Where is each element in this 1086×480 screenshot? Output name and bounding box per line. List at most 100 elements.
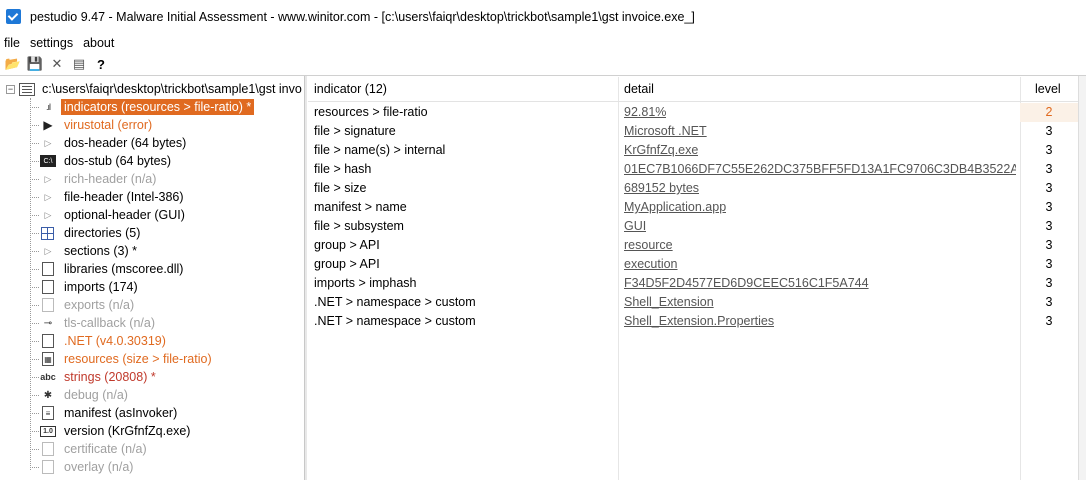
cell-detail-link[interactable]: GUI xyxy=(624,219,646,233)
tree-item[interactable]: ▷ sections (3) * xyxy=(30,242,140,260)
tree-item-label: dos-header (64 bytes) xyxy=(64,136,187,150)
table-row[interactable]: group > API execution 3 xyxy=(308,255,1078,274)
cell-level: 3 xyxy=(1045,314,1053,328)
tree-connector xyxy=(30,340,39,342)
bars-icon: .ıl xyxy=(45,102,51,112)
cell-detail-link[interactable]: 92.81% xyxy=(624,105,666,119)
pestudio-app-icon xyxy=(6,9,21,24)
tree-item[interactable]: ▶ virustotal (error) xyxy=(30,116,155,134)
tree-panel[interactable]: − c:\users\faiqr\desktop\trickbot\sample… xyxy=(0,77,304,480)
tree-item[interactable]: ⊸ tls-callback (n/a) xyxy=(30,314,158,332)
cell-indicator: resources > file-ratio xyxy=(314,105,428,119)
table-row[interactable]: manifest > name MyApplication.app 3 xyxy=(308,198,1078,217)
list-icon[interactable]: ▤ xyxy=(68,55,90,73)
close-icon[interactable]: ✕ xyxy=(46,55,68,73)
cell-detail-link[interactable]: execution xyxy=(624,257,678,271)
table-row[interactable]: file > subsystem GUI 3 xyxy=(308,217,1078,236)
cell-indicator: manifest > name xyxy=(314,200,407,214)
tree-item-label: optional-header (GUI) xyxy=(64,208,185,222)
indicators-table: indicator (12) detail level resources > … xyxy=(308,77,1078,480)
play-icon: ▶ xyxy=(43,118,53,132)
tree-item-label: version (KrGfnfZq.exe) xyxy=(64,424,191,438)
table-row[interactable]: resources > file-ratio 92.81% 2 xyxy=(308,103,1078,122)
tree-item[interactable]: ≡ manifest (asInvoker) xyxy=(30,404,180,422)
cell-detail-link[interactable]: F34D5F2D4577ED6D9CEEC516C1F5A744 xyxy=(624,276,869,290)
tree-connector xyxy=(30,412,39,414)
tree-item[interactable]: ▷ file-header (Intel-386) xyxy=(30,188,187,206)
tree-item[interactable]: certificate (n/a) xyxy=(30,440,150,458)
cell-detail-link[interactable]: 01EC7B1066DF7C55E262DC375BFF5FD13A1FC970… xyxy=(624,162,1016,176)
doc-icon: ≡ xyxy=(42,406,54,420)
tree-item[interactable]: ▷ rich-header (n/a) xyxy=(30,170,159,188)
save-icon[interactable]: 💾 xyxy=(24,55,46,73)
cell-detail-link[interactable]: Shell_Extension xyxy=(624,295,714,309)
tree-connector xyxy=(30,322,39,324)
tree-item[interactable]: abc strings (20808) * xyxy=(30,368,159,386)
tree-item-label: libraries (mscoree.dll) xyxy=(64,262,184,276)
tree-connector xyxy=(30,286,39,288)
cell-detail-link[interactable]: resource xyxy=(624,238,673,252)
tree-item[interactable]: imports (174) xyxy=(30,278,141,296)
cell-indicator: file > subsystem xyxy=(314,219,404,233)
header-level[interactable]: level xyxy=(1035,82,1061,96)
tree-item-label: sections (3) * xyxy=(64,244,137,258)
tree-item[interactable]: libraries (mscoree.dll) xyxy=(30,260,186,278)
tree-item-label: dos-stub (64 bytes) xyxy=(64,154,171,168)
table-row[interactable]: group > API resource 3 xyxy=(308,236,1078,255)
table-row[interactable]: file > name(s) > internal KrGfnfZq.exe 3 xyxy=(308,141,1078,160)
doc-icon xyxy=(42,262,54,276)
tree-connector xyxy=(30,448,39,450)
header-indicator[interactable]: indicator (12) xyxy=(314,82,387,96)
cell-detail-link[interactable]: MyApplication.app xyxy=(624,200,726,214)
tree-connector xyxy=(30,124,39,126)
tree-item[interactable]: directories (5) xyxy=(30,224,143,242)
vertical-scrollbar[interactable] xyxy=(1078,76,1086,480)
help-icon[interactable]: ? xyxy=(90,55,112,73)
tree-connector xyxy=(30,106,39,108)
tree-item[interactable]: exports (n/a) xyxy=(30,296,137,314)
tree-item-label: overlay (n/a) xyxy=(64,460,134,474)
table-row[interactable]: file > hash 01EC7B1066DF7C55E262DC375BFF5… xyxy=(308,160,1078,179)
tree-root-label: c:\users\faiqr\desktop\trickbot\sample1\… xyxy=(42,82,302,96)
tree-item-label: indicators (resources > file-ratio) * xyxy=(61,99,255,115)
tree-connector xyxy=(30,430,39,432)
tree-connector xyxy=(30,232,39,234)
panel-splitter[interactable] xyxy=(304,76,307,480)
tree-connector xyxy=(30,196,39,198)
header-detail[interactable]: detail xyxy=(624,82,654,96)
cell-indicator: group > API xyxy=(314,238,380,252)
cell-level: 3 xyxy=(1045,181,1053,195)
tree-connector xyxy=(30,304,39,306)
tree-item[interactable]: ▦ resources (size > file-ratio) xyxy=(30,350,215,368)
menu-file[interactable]: file xyxy=(0,36,25,50)
doc-icon xyxy=(42,442,54,456)
executable-file-icon xyxy=(19,82,35,96)
menu-settings[interactable]: settings xyxy=(25,36,78,50)
table-row[interactable]: .NET > namespace > custom Shell_Extension… xyxy=(308,293,1078,312)
menu-about[interactable]: about xyxy=(78,36,119,50)
cell-detail-link[interactable]: Microsoft .NET xyxy=(624,124,707,138)
tree-item[interactable]: .ıl indicators (resources > file-ratio) * xyxy=(30,98,255,116)
open-icon[interactable]: 📂 xyxy=(2,55,24,73)
tree-item[interactable]: 1.0 version (KrGfnfZq.exe) xyxy=(30,422,193,440)
tree-item[interactable]: overlay (n/a) xyxy=(30,458,136,476)
tree-item-label: file-header (Intel-386) xyxy=(64,190,184,204)
table-row[interactable]: imports > imphash F34D5F2D4577ED6D9CEEC51… xyxy=(308,274,1078,293)
table-row[interactable]: .NET > namespace > custom Shell_Extension… xyxy=(308,312,1078,331)
tree-item[interactable]: C:\ dos-stub (64 bytes) xyxy=(30,152,174,170)
cell-detail-link[interactable]: KrGfnfZq.exe xyxy=(624,143,698,157)
cell-detail-link[interactable]: Shell_Extension.Properties xyxy=(624,314,774,328)
cell-indicator: file > size xyxy=(314,181,367,195)
tree-item[interactable]: ▷ dos-header (64 bytes) xyxy=(30,134,189,152)
table-row[interactable]: file > signature Microsoft .NET 3 xyxy=(308,122,1078,141)
tree-item[interactable]: ✱ debug (n/a) xyxy=(30,386,131,404)
collapse-icon[interactable]: − xyxy=(6,84,15,94)
tree-connector xyxy=(30,376,39,378)
tree-item[interactable]: ▷ optional-header (GUI) xyxy=(30,206,188,224)
doc-icon: ▦ xyxy=(42,352,54,366)
tree-root[interactable]: − c:\users\faiqr\desktop\trickbot\sample… xyxy=(6,80,304,98)
tree-item[interactable]: .NET (v4.0.30319) xyxy=(30,332,169,350)
table-row[interactable]: file > size 689152 bytes 3 xyxy=(308,179,1078,198)
tree-item-label: rich-header (n/a) xyxy=(64,172,157,186)
cell-detail-link[interactable]: 689152 bytes xyxy=(624,181,699,195)
